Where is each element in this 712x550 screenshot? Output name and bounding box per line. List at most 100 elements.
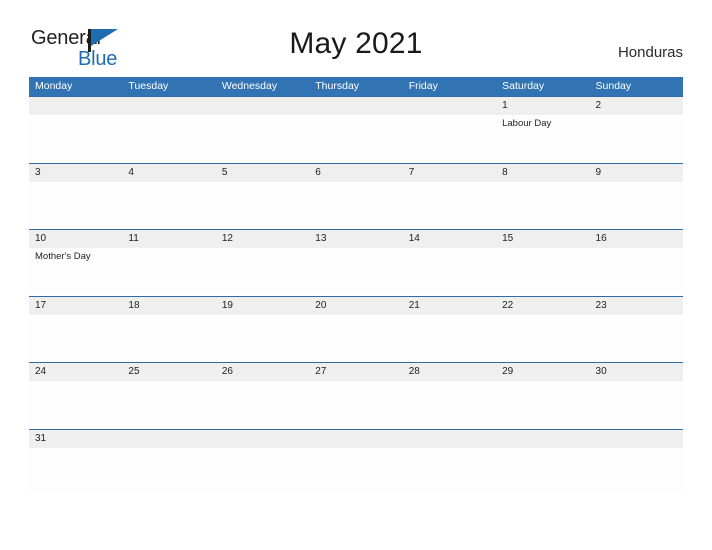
day-event xyxy=(29,448,122,494)
week-date-band: 24 25 26 27 28 29 30 xyxy=(29,363,683,382)
day-event xyxy=(122,115,215,161)
day-number[interactable] xyxy=(216,97,309,115)
day-number[interactable] xyxy=(309,97,402,115)
day-number[interactable] xyxy=(309,430,402,448)
day-event xyxy=(29,315,122,361)
week-date-band: 17 18 19 20 21 22 23 xyxy=(29,296,683,315)
day-event xyxy=(309,248,402,294)
week-date-band: 31 xyxy=(29,429,683,448)
day-number[interactable]: 18 xyxy=(122,297,215,315)
week-row: 1 2 Labour Day xyxy=(29,96,683,163)
day-event xyxy=(122,248,215,294)
day-number[interactable]: 25 xyxy=(122,363,215,381)
day-number[interactable]: 17 xyxy=(29,297,122,315)
day-event xyxy=(403,115,496,161)
weekday-header-tuesday: Tuesday xyxy=(128,80,169,92)
page-header: General Blue May 2021 Honduras xyxy=(0,0,712,77)
day-number[interactable]: 21 xyxy=(403,297,496,315)
day-event xyxy=(403,248,496,294)
day-number[interactable] xyxy=(122,430,215,448)
calendar-grid: Monday Tuesday Wednesday Thursday Friday… xyxy=(29,77,683,496)
week-row: 24 25 26 27 28 29 30 xyxy=(29,362,683,429)
day-event xyxy=(590,448,683,494)
day-number[interactable]: 14 xyxy=(403,230,496,248)
day-event xyxy=(309,381,402,427)
day-number[interactable]: 19 xyxy=(216,297,309,315)
weekday-header-sunday: Sunday xyxy=(595,80,632,92)
week-event-band xyxy=(29,181,683,228)
day-event xyxy=(496,448,589,494)
day-number[interactable]: 22 xyxy=(496,297,589,315)
day-number[interactable]: 3 xyxy=(29,164,122,182)
day-number[interactable]: 5 xyxy=(216,164,309,182)
week-row: 3 4 5 6 7 8 9 xyxy=(29,162,683,230)
day-event xyxy=(122,448,215,494)
day-number[interactable]: 8 xyxy=(496,164,589,182)
day-number[interactable]: 2 xyxy=(590,97,683,115)
day-event xyxy=(122,182,215,228)
day-number[interactable]: 10 xyxy=(29,230,122,248)
day-number[interactable]: 28 xyxy=(403,363,496,381)
day-number[interactable]: 20 xyxy=(309,297,402,315)
day-number[interactable]: 23 xyxy=(590,297,683,315)
day-event xyxy=(29,115,122,161)
day-number[interactable]: 11 xyxy=(122,230,215,248)
day-event xyxy=(590,182,683,228)
day-event xyxy=(216,315,309,361)
day-event xyxy=(496,248,589,294)
weekday-header-friday: Friday xyxy=(408,80,438,92)
day-number[interactable]: 9 xyxy=(590,164,683,182)
week-event-band xyxy=(29,314,683,361)
day-number[interactable]: 24 xyxy=(29,363,122,381)
weekday-header-row: Monday Tuesday Wednesday Thursday Friday… xyxy=(29,77,683,96)
week-event-band: Labour Day xyxy=(29,115,683,161)
week-date-band: 10 11 12 13 14 15 16 xyxy=(29,230,683,249)
day-number[interactable] xyxy=(216,430,309,448)
day-event xyxy=(590,381,683,427)
day-number[interactable]: 16 xyxy=(590,230,683,248)
day-event xyxy=(403,182,496,228)
day-number[interactable]: 1 xyxy=(496,97,589,115)
day-event xyxy=(590,115,683,161)
day-event xyxy=(403,381,496,427)
day-number[interactable]: 31 xyxy=(29,430,122,448)
day-event xyxy=(216,381,309,427)
weekday-header-thursday: Thursday xyxy=(315,80,360,92)
day-event xyxy=(590,315,683,361)
day-event xyxy=(309,315,402,361)
week-date-band: 3 4 5 6 7 8 9 xyxy=(29,163,683,182)
day-number[interactable] xyxy=(590,430,683,448)
day-number[interactable]: 7 xyxy=(403,164,496,182)
day-number[interactable] xyxy=(403,97,496,115)
day-event: Labour Day xyxy=(502,118,552,129)
day-event xyxy=(403,448,496,494)
weekday-header-saturday: Saturday xyxy=(502,80,545,92)
day-number[interactable]: 27 xyxy=(309,363,402,381)
weekday-header-wednesday: Wednesday xyxy=(221,80,278,92)
day-number[interactable] xyxy=(496,430,589,448)
day-number[interactable] xyxy=(122,97,215,115)
day-event: Mother's Day xyxy=(35,251,91,263)
day-number[interactable] xyxy=(403,430,496,448)
day-event xyxy=(590,248,683,294)
day-event xyxy=(216,248,309,294)
day-number[interactable]: 12 xyxy=(216,230,309,248)
day-number[interactable]: 15 xyxy=(496,230,589,248)
day-event xyxy=(309,448,402,494)
day-event xyxy=(216,448,309,494)
week-row: 31 xyxy=(29,428,683,496)
page-title: May 2021 xyxy=(289,27,423,60)
calendar-page: General Blue May 2021 Honduras Monday Tu… xyxy=(0,0,712,550)
week-event-band: Mother's Day xyxy=(29,248,683,295)
week-row: 17 18 19 20 21 22 23 xyxy=(29,295,683,363)
country-label: Honduras xyxy=(617,44,683,61)
day-number[interactable]: 26 xyxy=(216,363,309,381)
day-event xyxy=(122,315,215,361)
day-number[interactable]: 13 xyxy=(309,230,402,248)
day-number[interactable]: 29 xyxy=(496,363,589,381)
day-number[interactable]: 30 xyxy=(590,363,683,381)
day-number[interactable]: 6 xyxy=(309,164,402,182)
day-number[interactable] xyxy=(29,97,122,115)
week-date-band: 1 2 xyxy=(29,97,683,115)
day-number[interactable]: 4 xyxy=(122,164,215,182)
